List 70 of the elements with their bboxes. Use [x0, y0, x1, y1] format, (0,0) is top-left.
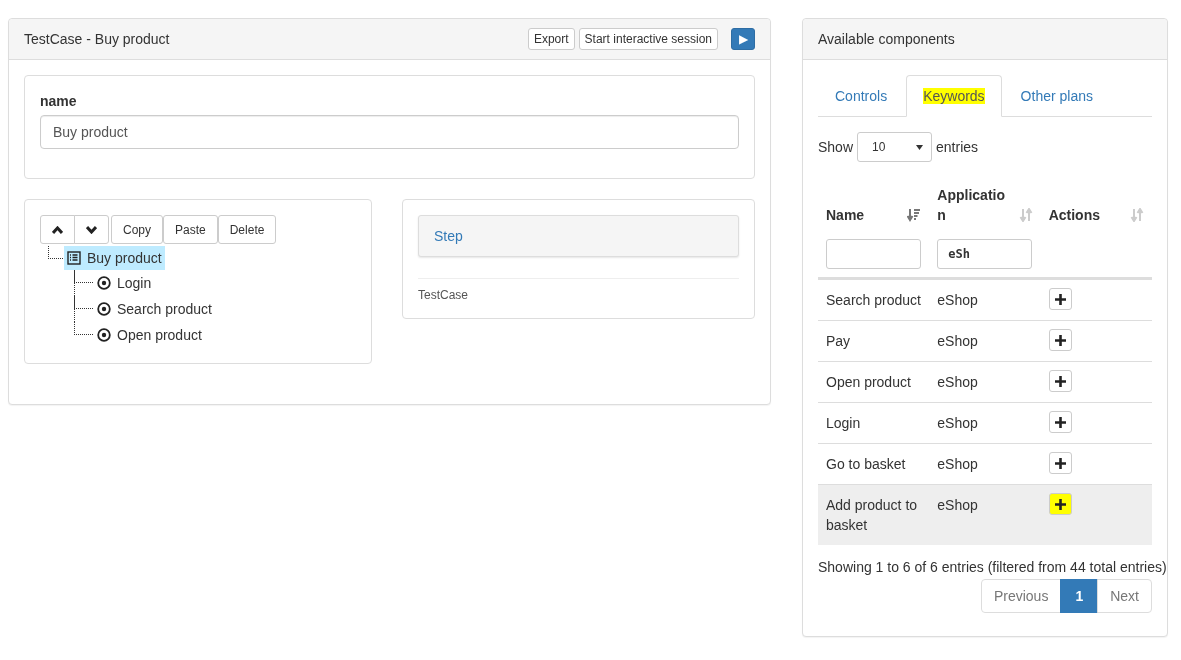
table-cell: eShop [937, 497, 978, 513]
table-cell: Go to basket [826, 456, 906, 472]
tab[interactable]: Other plans [1003, 75, 1110, 116]
table-cell: eShop [937, 374, 978, 390]
plus-icon [1054, 293, 1066, 305]
toolbar-button[interactable]: Export [527, 28, 575, 50]
tree-action-button[interactable]: Paste [163, 215, 218, 244]
target-icon [97, 276, 111, 290]
run-button[interactable]: ▶ [731, 28, 755, 50]
column-header[interactable]: Applicatio n [937, 185, 1014, 225]
panel-title: Available components [818, 31, 955, 47]
field-label: name [40, 93, 78, 109]
plus-icon [1054, 416, 1066, 428]
step-type: TestCase [418, 288, 470, 302]
add-button[interactable] [1048, 329, 1072, 351]
move-up-button[interactable] [40, 215, 75, 244]
move-down-button[interactable] [74, 215, 109, 244]
add-button[interactable] [1048, 288, 1072, 310]
panel-title: TestCase - Buy product [24, 31, 170, 47]
name-input-field[interactable]: Buy product [40, 115, 739, 149]
table-cell: Open product [826, 374, 911, 390]
plus-icon [1054, 457, 1066, 469]
toolbar-button[interactable]: Start interactive session [578, 28, 718, 50]
caret-icon [916, 144, 924, 150]
table-cell: Login [826, 415, 861, 431]
page-button[interactable]: 1 [1060, 579, 1099, 613]
table-row[interactable]: Pay eShop [818, 320, 1152, 362]
tree-node[interactable]: Buy product [64, 246, 165, 270]
table-cell: Search product [826, 292, 921, 308]
column-filter-field[interactable] [826, 239, 921, 269]
table-cell: Pay [826, 333, 851, 349]
plus-icon [1054, 334, 1066, 346]
chevron-down-icon [86, 225, 97, 234]
plus-icon [1054, 498, 1066, 510]
column-header[interactable]: Actions [1048, 205, 1125, 225]
table-cell: eShop [937, 415, 978, 431]
chevron-up-icon [52, 225, 63, 234]
table-cell: eShop [937, 333, 978, 349]
target-icon [97, 302, 111, 316]
table-cell: eShop [937, 292, 978, 308]
tree-action-button[interactable]: Delete [217, 215, 277, 244]
table-row[interactable]: Add product to basket eShop [818, 484, 1152, 545]
plus-icon [1054, 375, 1066, 387]
add-button[interactable] [1048, 452, 1072, 474]
table-row[interactable]: Open product eShop [818, 361, 1152, 403]
show-label: Show [818, 139, 854, 155]
tab[interactable]: Controls [818, 75, 905, 116]
add-button[interactable] [1048, 493, 1072, 515]
pagination-button[interactable]: Next [1097, 579, 1152, 613]
tree-node[interactable]: Login [94, 271, 155, 295]
pagination-button[interactable]: Previous [980, 579, 1062, 613]
column-filter-field[interactable]: eSh [937, 239, 1033, 269]
table-row[interactable]: Go to basket eShop [818, 443, 1152, 485]
tree-node[interactable]: Open product [94, 323, 205, 347]
table-row[interactable]: Login eShop [818, 402, 1152, 444]
entries-dropdown[interactable]: 10 [857, 132, 933, 162]
step-heading[interactable]: Step [418, 215, 739, 257]
tree-action-button[interactable]: Copy [111, 215, 163, 244]
add-button[interactable] [1048, 370, 1072, 392]
table-cell: Add product to basket [826, 497, 918, 533]
tab[interactable]: Keywords [906, 75, 1002, 117]
tree-node[interactable]: Search product [94, 297, 215, 321]
table-info: Showing 1 to 6 of 6 entries (filtered from 44 total entries) [818, 559, 1167, 575]
list-icon [67, 251, 81, 265]
add-button[interactable] [1048, 411, 1072, 433]
table-row[interactable]: Search product eShop [818, 278, 1152, 321]
target-icon [97, 328, 111, 342]
column-header[interactable]: Name [826, 205, 902, 225]
entries-label: entries [936, 139, 979, 155]
table-cell: eShop [937, 456, 978, 472]
